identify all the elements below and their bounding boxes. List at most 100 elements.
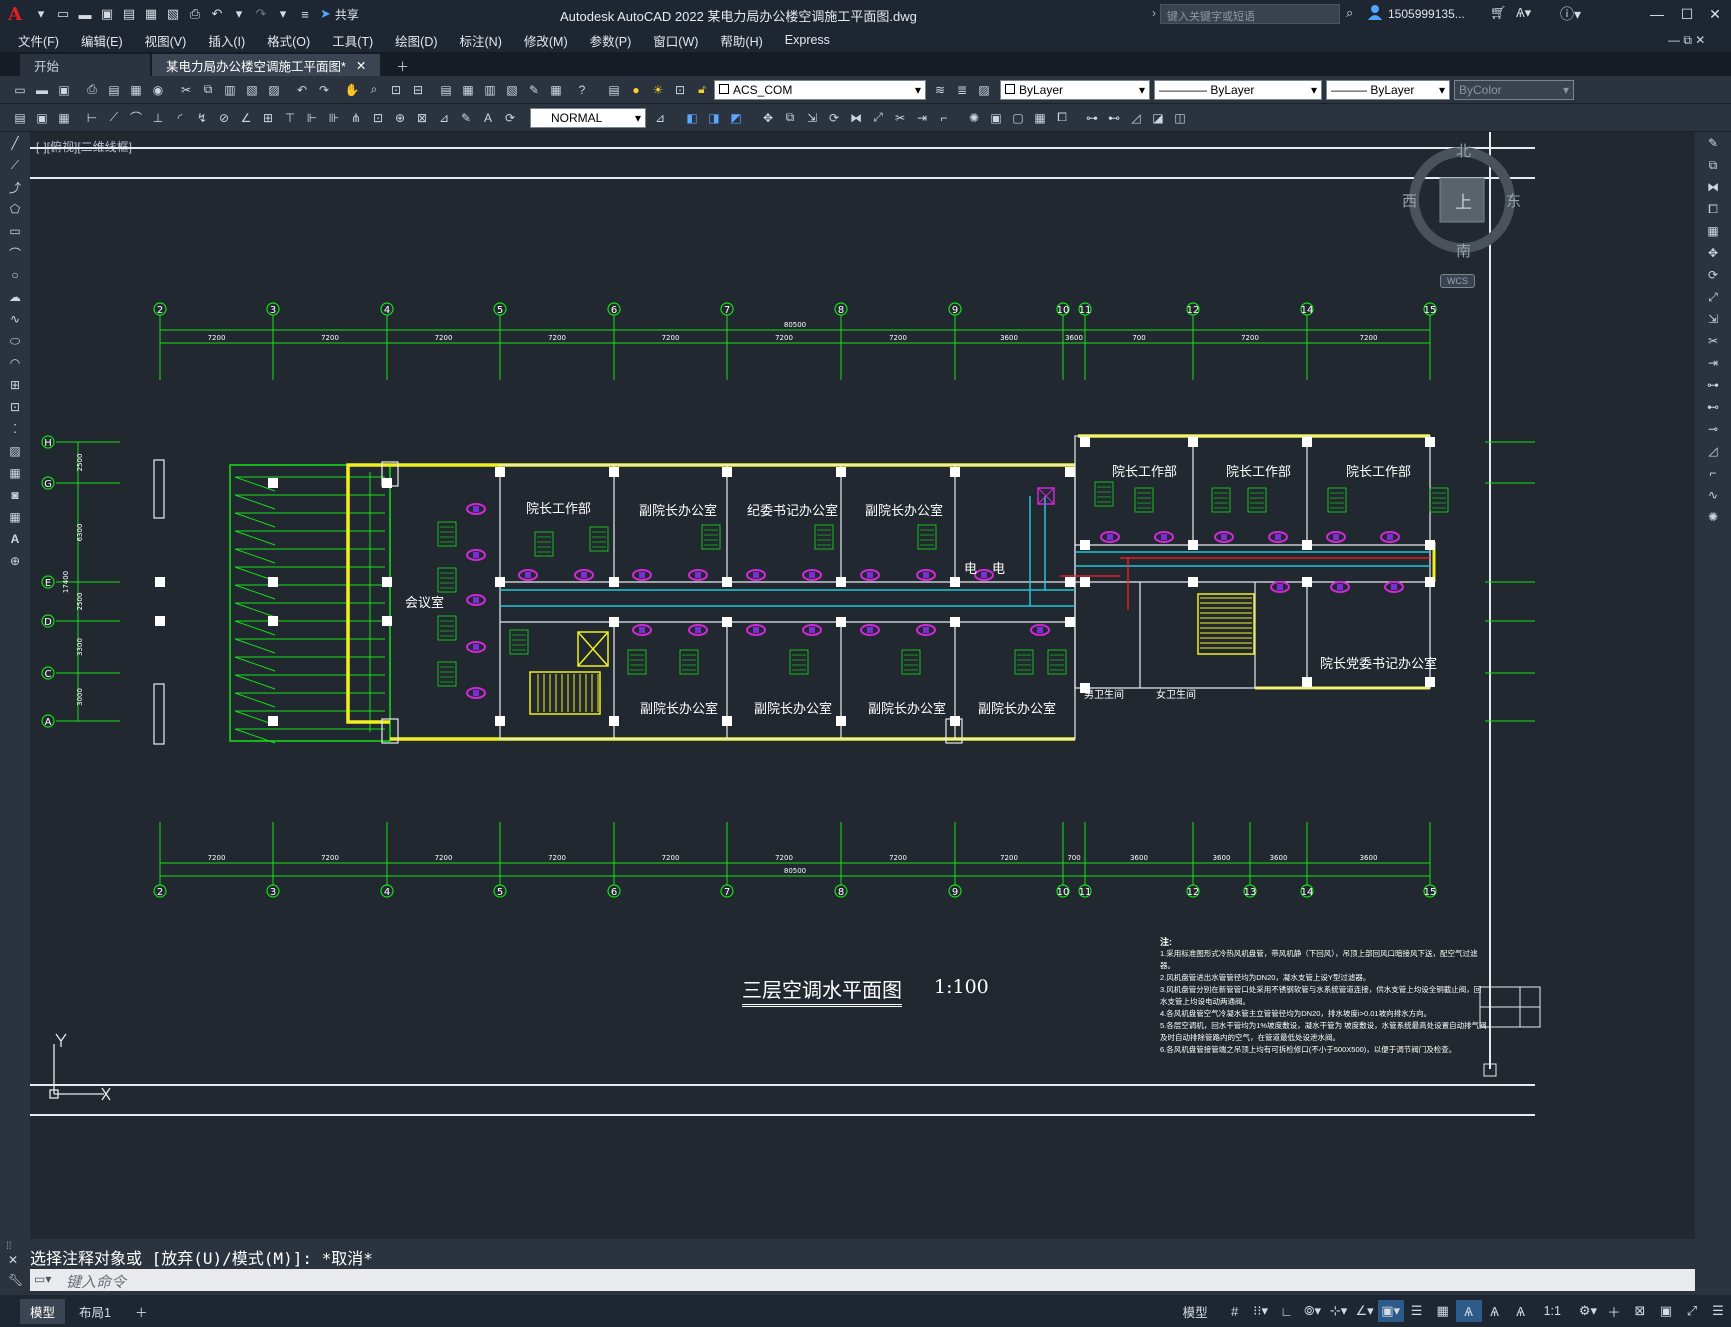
match-properties-icon[interactable]: ▧ xyxy=(242,80,262,100)
scale-icon[interactable]: ⤢ xyxy=(868,108,888,128)
group-icon[interactable]: ▣ xyxy=(986,108,1006,128)
tab-start[interactable]: 开始 xyxy=(20,54,150,76)
stretch-icon[interactable]: ⇲ xyxy=(802,108,822,128)
lock-icon[interactable]: 🔓︎ xyxy=(692,80,712,100)
ungroup-icon[interactable]: ▢ xyxy=(1008,108,1028,128)
join-icon[interactable]: ⊶ xyxy=(1082,108,1102,128)
line-icon[interactable]: ╱ xyxy=(0,132,30,154)
color-dropdown[interactable]: ByLayer ▾ xyxy=(1000,79,1150,100)
insert-block-icon[interactable]: ⊞ xyxy=(0,374,30,396)
close-command-icon[interactable]: ✕ xyxy=(8,1253,18,1267)
dim-text-edit-icon[interactable]: A xyxy=(478,108,498,128)
dim-space-icon[interactable]: ⊪ xyxy=(324,108,344,128)
share-button[interactable]: ➤ 共享 xyxy=(320,6,359,23)
grid-icon[interactable]: # xyxy=(1222,1300,1248,1322)
menu-draw[interactable]: 绘图(D) xyxy=(384,31,448,50)
chevron-down-icon[interactable]: ▾ xyxy=(272,3,294,25)
new-icon[interactable]: ▭ xyxy=(10,80,30,100)
revcloud-icon[interactable]: ☁ xyxy=(0,286,30,308)
radius-dim-icon[interactable]: ◜ xyxy=(170,108,190,128)
grip-icon[interactable]: ⁞⁞ xyxy=(6,1241,12,1252)
polyline-icon[interactable]: ⤴ xyxy=(0,176,30,198)
center-mark-icon[interactable]: ⊕ xyxy=(390,108,410,128)
stretch-icon[interactable]: ⇲ xyxy=(1695,308,1731,330)
new-file-icon[interactable]: ▭ xyxy=(52,3,74,25)
scale-icon[interactable]: ⤢ xyxy=(1695,286,1731,308)
sheet-set-icon[interactable]: ▧ xyxy=(502,80,522,100)
auto-scale-icon[interactable]: Ѧ xyxy=(1482,1300,1508,1322)
linetype-dropdown[interactable]: ———— ByLayer ▾ xyxy=(1154,79,1322,100)
move-icon[interactable]: ✥ xyxy=(758,108,778,128)
chevron-down-icon[interactable]: ▾ xyxy=(228,3,250,25)
autocad-logo-button[interactable]: A xyxy=(0,0,30,28)
paste-icon[interactable]: ▥ xyxy=(220,80,240,100)
inspect-icon[interactable]: ⊠ xyxy=(412,108,432,128)
extend-icon[interactable]: ⇥ xyxy=(1695,352,1731,374)
break-icon[interactable]: ⊷ xyxy=(1104,108,1124,128)
command-input[interactable]: 键入命令 xyxy=(30,1269,1695,1291)
dim-update-icon[interactable]: ⟳ xyxy=(500,108,520,128)
draw-order-above-icon[interactable]: ◩ xyxy=(726,108,746,128)
settings-icon[interactable]: ⚙▾ xyxy=(1575,1300,1601,1322)
isolate-objects-icon[interactable]: ⊠ xyxy=(1627,1300,1653,1322)
tab-model[interactable]: 模型 xyxy=(20,1298,66,1324)
tab-drawing[interactable]: 某电力局办公楼空调施工平面图* ✕ xyxy=(152,54,381,76)
save-as-icon[interactable]: ▤ xyxy=(118,3,140,25)
menu-format[interactable]: 格式(O) xyxy=(256,31,321,50)
lightbulb-icon[interactable]: ● xyxy=(626,80,646,100)
transparency-icon[interactable]: ▦ xyxy=(1430,1300,1456,1322)
explode-icon[interactable]: ✺ xyxy=(1695,506,1731,528)
zoom-realtime-icon[interactable]: ⌕ xyxy=(364,80,384,100)
lineweight-dropdown[interactable]: ——— ByLayer ▾ xyxy=(1326,79,1450,100)
polygon-icon[interactable]: ⬠ xyxy=(0,198,30,220)
maximize-button[interactable]: ☐ xyxy=(1672,4,1702,24)
mtext-icon[interactable]: A xyxy=(0,528,30,550)
search-icon[interactable]: ⌕ xyxy=(1346,5,1353,21)
zoom-window-icon[interactable]: ⊡ xyxy=(386,80,406,100)
hardware-acceleration-icon[interactable]: ▣ xyxy=(1653,1300,1679,1322)
ellipse-arc-icon[interactable]: ◠ xyxy=(0,352,30,374)
add-layout-button[interactable]: ＋ xyxy=(125,1299,158,1324)
copy-icon[interactable]: ⧉ xyxy=(198,80,218,100)
undo-icon[interactable]: ↶ xyxy=(206,3,228,25)
close-button[interactable]: ✕ xyxy=(1700,4,1730,24)
layer-walk-icon[interactable]: ▣ xyxy=(32,108,52,128)
plus-icon[interactable]: ＋ xyxy=(1601,1300,1627,1322)
user-name[interactable]: 1505999135... xyxy=(1388,7,1465,21)
compass-north[interactable]: 北 xyxy=(1456,140,1471,161)
menu-tools[interactable]: 工具(T) xyxy=(321,31,384,50)
drawing-canvas[interactable]: [-][俯视][二维线框] 2 3 4 5 6 7 8 9 10 11 12 14 15 7200 7200… xyxy=(30,132,1695,1239)
fillet-icon[interactable]: ⌐ xyxy=(934,108,954,128)
layer-properties-icon[interactable]: ▤ xyxy=(604,80,624,100)
compass-south[interactable]: 南 xyxy=(1456,240,1471,261)
circle-icon[interactable]: ○ xyxy=(0,264,30,286)
break-at-point-icon[interactable]: ⊶ xyxy=(1695,374,1731,396)
lineweight-icon[interactable]: ☰ xyxy=(1404,1300,1430,1322)
explode-icon[interactable]: ✺ xyxy=(964,108,984,128)
menu-help[interactable]: 帮助(H) xyxy=(709,31,773,50)
markup-icon[interactable]: ✎ xyxy=(524,80,544,100)
fillet-icon[interactable]: ⌐ xyxy=(1695,462,1731,484)
user-icon[interactable] xyxy=(1368,4,1382,20)
zoom-previous-icon[interactable]: ⊟ xyxy=(408,80,428,100)
menu-express[interactable]: Express xyxy=(774,33,841,47)
menu-view[interactable]: 视图(V) xyxy=(134,31,198,50)
menu-insert[interactable]: 插入(I) xyxy=(197,31,256,50)
linear-dim-icon[interactable]: ⊢ xyxy=(82,108,102,128)
spline-icon[interactable]: ∿ xyxy=(0,308,30,330)
copy-object-icon[interactable]: ⧉ xyxy=(780,108,800,128)
open-folder-icon[interactable]: ▬ xyxy=(74,3,96,25)
make-block-icon[interactable]: ⊡ xyxy=(0,396,30,418)
layer-match-icon[interactable]: ▨ xyxy=(974,80,994,100)
help-icon[interactable]: ⓘ▾ xyxy=(1560,4,1581,24)
chamfer-icon[interactable]: ◿ xyxy=(1695,440,1731,462)
quick-dim-icon[interactable]: ⊞ xyxy=(258,108,278,128)
baseline-dim-icon[interactable]: ⊤ xyxy=(280,108,300,128)
undo-icon[interactable]: ↶ xyxy=(292,80,312,100)
offset-icon[interactable]: ⧠ xyxy=(1052,108,1072,128)
cart-icon[interactable]: 🛒︎ xyxy=(1490,5,1507,21)
customization-icon[interactable]: ☰ xyxy=(1705,1300,1731,1322)
search-input[interactable]: 键入关键字或短语 xyxy=(1160,4,1340,24)
annotation-visibility-icon[interactable]: Ѧ xyxy=(1455,1300,1482,1322)
blend-curves-icon[interactable]: ∿ xyxy=(1695,484,1731,506)
